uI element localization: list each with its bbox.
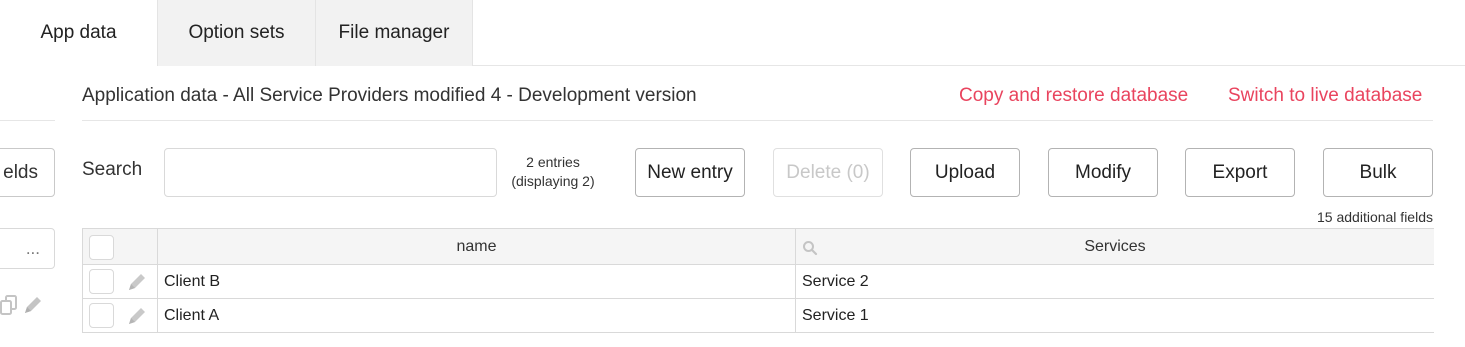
- tab-file-manager[interactable]: File manager: [315, 0, 473, 66]
- column-header-services[interactable]: Services: [796, 229, 1434, 264]
- edit-icon[interactable]: [127, 272, 147, 297]
- entries-total: 2 entries: [526, 154, 580, 170]
- entries-count: 2 entries (displaying 2): [497, 153, 609, 191]
- export-button[interactable]: Export: [1185, 148, 1295, 197]
- search-icon[interactable]: [802, 240, 818, 261]
- page-title: Application data - All Service Providers…: [82, 85, 697, 106]
- column-header-services-label: Services: [1084, 237, 1146, 255]
- sidebar-fields-button[interactable]: elds: [0, 148, 55, 197]
- sidebar-icons: [0, 294, 44, 316]
- row-checkbox[interactable]: [89, 269, 114, 294]
- select-all-checkbox[interactable]: [89, 235, 114, 260]
- switch-live-database-link[interactable]: Switch to live database: [1228, 85, 1422, 107]
- delete-button[interactable]: Delete (0): [773, 148, 883, 197]
- data-table: name Services Client B Service 2 Client …: [82, 228, 1434, 333]
- row-checkbox[interactable]: [89, 303, 114, 328]
- cell-services[interactable]: Service 1: [796, 299, 1434, 332]
- header-divider: [82, 120, 1433, 121]
- header-select-cell: [83, 229, 158, 264]
- tab-app-data[interactable]: App data: [0, 0, 157, 66]
- entries-displaying: (displaying 2): [511, 173, 595, 189]
- table-row[interactable]: Client A Service 1: [83, 299, 1434, 333]
- search-input[interactable]: [164, 148, 497, 197]
- copy-restore-database-link[interactable]: Copy and restore database: [959, 85, 1188, 107]
- edit-icon[interactable]: [127, 306, 147, 331]
- bulk-button[interactable]: Bulk: [1323, 148, 1433, 197]
- search-label: Search: [82, 159, 143, 180]
- cell-name[interactable]: Client A: [158, 299, 796, 332]
- column-header-name[interactable]: name: [158, 229, 796, 264]
- additional-fields-link[interactable]: 15 additional fields: [1200, 209, 1433, 225]
- new-entry-button[interactable]: New entry: [635, 148, 745, 197]
- row-select-cell: [83, 265, 158, 298]
- tab-option-sets[interactable]: Option sets: [157, 0, 316, 66]
- modify-button[interactable]: Modify: [1048, 148, 1158, 197]
- copy-icon[interactable]: [0, 294, 18, 316]
- sidebar-input[interactable]: ...: [0, 228, 55, 269]
- table-header-row: name Services: [83, 228, 1434, 265]
- table-row[interactable]: Client B Service 2: [83, 265, 1434, 299]
- row-select-cell: [83, 299, 158, 332]
- sidebar-divider: [0, 120, 55, 121]
- cell-services[interactable]: Service 2: [796, 265, 1434, 298]
- cell-name[interactable]: Client B: [158, 265, 796, 298]
- upload-button[interactable]: Upload: [910, 148, 1020, 197]
- tab-bar: App data Option sets File manager: [0, 0, 1465, 66]
- pencil-icon[interactable]: [22, 294, 44, 316]
